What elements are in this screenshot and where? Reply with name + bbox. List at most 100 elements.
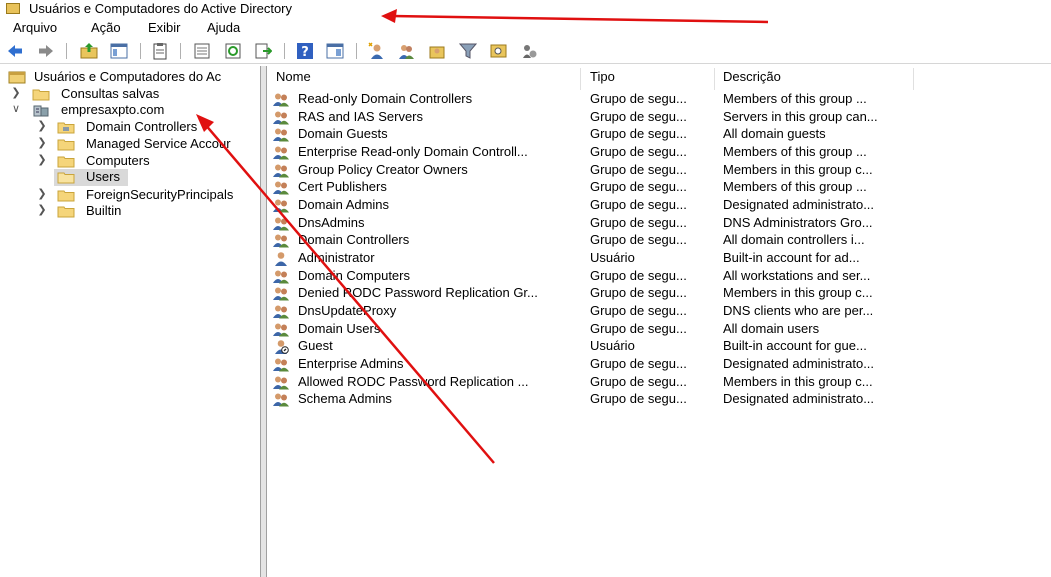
table-row[interactable]: Enterprise Admins Grupo de segu... Designa… — [267, 356, 1051, 373]
tree-item-foreign-security-principals[interactable]: ❯ ForeignSecurityPrincipals — [0, 187, 260, 204]
column-header-description[interactable]: Descrição — [723, 69, 781, 89]
table-row[interactable]: Denied RODC Password Replication Gr... Gr… — [267, 285, 1051, 302]
refresh-icon[interactable] — [224, 42, 242, 60]
add-to-group-icon[interactable] — [428, 42, 446, 60]
column-resize-handle[interactable] — [580, 68, 581, 90]
menu-exibir[interactable]: Exibir — [148, 20, 181, 35]
ou-folder-icon — [57, 122, 75, 134]
cell-type: Grupo de segu... — [590, 126, 687, 142]
group-icon — [273, 128, 289, 142]
group-icon — [273, 287, 289, 301]
cell-name: Domain Computers — [298, 267, 410, 283]
table-row[interactable]: Enterprise Read-only Domain Controll... G… — [267, 144, 1051, 161]
table-row[interactable]: Administrator Usuário Built-in account for… — [267, 250, 1051, 267]
tree-item-saved-queries[interactable]: ❯ Consultas salvas — [0, 86, 260, 103]
tree-item-users[interactable]: Users — [54, 169, 128, 186]
chevron-right-icon[interactable]: ❯ — [36, 203, 48, 216]
cell-description: DNS Administrators Gro... — [723, 214, 873, 230]
filter-icon[interactable] — [459, 42, 477, 60]
back-icon[interactable] — [6, 42, 24, 60]
help-icon[interactable]: ? — [296, 42, 314, 60]
column-header-type[interactable]: Tipo — [590, 69, 615, 89]
console-tree-icon[interactable] — [110, 42, 128, 60]
chevron-right-icon[interactable]: ❯ — [36, 119, 48, 132]
clipboard-icon[interactable] — [151, 42, 169, 60]
cell-description: DNS clients who are per... — [723, 303, 874, 319]
table-row[interactable]: Group Policy Creator Owners Grupo de segu… — [267, 162, 1051, 179]
group-icon — [273, 181, 289, 195]
cell-type: Grupo de segu... — [590, 303, 687, 319]
cell-description: All domain users — [723, 320, 820, 336]
properties-icon[interactable] — [193, 42, 211, 60]
menu-bar: Arquivo Ação Exibir Ajuda — [0, 18, 1051, 38]
cell-name: Group Policy Creator Owners — [298, 161, 468, 177]
new-user-icon[interactable] — [367, 42, 385, 60]
group-icon — [273, 146, 289, 160]
table-row[interactable]: Read-only Domain Controllers Grupo de seg… — [267, 91, 1051, 108]
cell-description: Designated administrato... — [723, 197, 875, 213]
cell-description: Designated administrato... — [723, 356, 875, 372]
tree-item-domain-controllers[interactable]: ❯ Domain Controllers — [0, 119, 260, 136]
table-row[interactable]: Guest Usuário Built-in account for gue... — [267, 338, 1051, 355]
cell-type: Grupo de segu... — [590, 179, 687, 195]
cell-description: All workstations and ser... — [723, 267, 871, 283]
folder-icon — [57, 139, 75, 151]
cell-name: Guest — [298, 338, 333, 354]
tree-item-domain[interactable]: ∨ empresaxpto.com — [0, 102, 260, 119]
cell-description: Built-in account for ad... — [723, 250, 860, 266]
table-row[interactable]: DnsAdmins Grupo de segu... DNS Administrat… — [267, 215, 1051, 232]
find-icon[interactable] — [490, 42, 508, 60]
export-list-icon[interactable] — [254, 42, 272, 60]
chevron-right-icon[interactable]: ❯ — [10, 86, 22, 99]
user-icon — [275, 252, 287, 267]
cell-name: Domain Users — [298, 320, 381, 336]
menu-arquivo[interactable]: Arquivo — [13, 20, 57, 35]
chevron-right-icon[interactable]: ❯ — [36, 187, 48, 200]
column-header-name[interactable]: Nome — [276, 69, 311, 89]
chevron-down-icon[interactable]: ∨ — [10, 102, 22, 115]
cell-type: Grupo de segu... — [590, 320, 687, 336]
chevron-right-icon[interactable]: ❯ — [36, 136, 48, 149]
cell-description: Servers in this group can... — [723, 108, 878, 124]
table-row[interactable]: Schema Admins Grupo de segu... Designated … — [267, 391, 1051, 408]
folder-icon — [57, 206, 75, 218]
cell-description: Members in this group c... — [723, 161, 873, 177]
table-row[interactable]: Allowed RODC Password Replication ... Gru… — [267, 374, 1051, 391]
menu-ajuda[interactable]: Ajuda — [207, 20, 240, 35]
tree-item-managed-service-accounts[interactable]: ❯ Managed Service Accour — [0, 136, 260, 153]
tree-root-label: Usuários e Computadores do Ac — [34, 69, 222, 84]
cell-name: Domain Controllers — [298, 232, 410, 248]
group-icon — [273, 199, 289, 213]
group-icon — [273, 111, 289, 125]
cell-type: Grupo de segu... — [590, 197, 687, 213]
menu-acao[interactable]: Ação — [91, 20, 121, 35]
tree-root[interactable]: Usuários e Computadores do Ac — [0, 69, 260, 86]
cell-name: RAS and IAS Servers — [298, 108, 423, 124]
folder-icon — [57, 156, 75, 168]
column-resize-handle[interactable] — [913, 68, 914, 90]
table-row[interactable]: Domain Admins Grupo de segu... Designated … — [267, 197, 1051, 214]
forward-icon[interactable] — [37, 42, 55, 60]
cell-description: Designated administrato... — [723, 391, 875, 407]
table-row[interactable]: DnsUpdateProxy Grupo de segu... DNS client… — [267, 303, 1051, 320]
up-folder-icon[interactable] — [80, 42, 98, 60]
table-row[interactable]: Domain Guests Grupo de segu... All domain … — [267, 126, 1051, 143]
ad-root-icon — [8, 71, 26, 84]
column-resize-handle[interactable] — [714, 68, 715, 90]
table-row[interactable]: RAS and IAS Servers Grupo de segu... Serve… — [267, 109, 1051, 126]
view-icon[interactable] — [326, 42, 344, 60]
table-row[interactable]: Domain Users Grupo de segu... All domain u… — [267, 321, 1051, 338]
tree-item-builtin[interactable]: ❯ Builtin — [0, 203, 260, 220]
cell-type: Grupo de segu... — [590, 108, 687, 124]
new-group-icon[interactable] — [397, 42, 415, 60]
chevron-right-icon[interactable]: ❯ — [36, 153, 48, 166]
cell-name: Domain Guests — [298, 126, 388, 142]
tree-item-computers[interactable]: ❯ Computers — [0, 153, 260, 170]
table-row[interactable]: Cert Publishers Grupo de segu... Members o… — [267, 179, 1051, 196]
folder-icon — [32, 89, 50, 101]
cell-description: Members in this group c... — [723, 285, 873, 301]
cell-description: Members of this group ... — [723, 91, 867, 106]
table-row[interactable]: Domain Controllers Grupo de segu... All do… — [267, 232, 1051, 249]
manage-icon[interactable] — [521, 42, 539, 60]
table-row[interactable]: Domain Computers Grupo de segu... All work… — [267, 268, 1051, 285]
